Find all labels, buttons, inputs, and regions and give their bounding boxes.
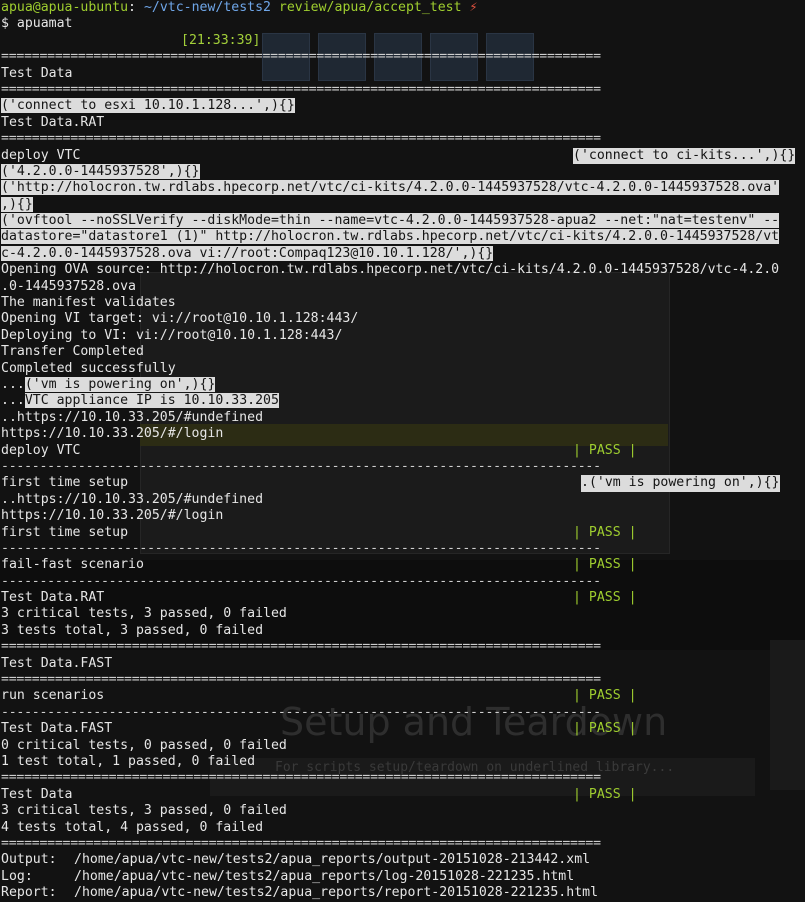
report-report-line: Report: /home/apua/vtc-new/tests2/apua_re… [1, 885, 804, 901]
suite-result-line: Test Data.RAT | PASS | [1, 590, 637, 606]
output-line: Opening VI target: vi://root@10.10.1.128… [1, 311, 359, 327]
output-line: Deploying to VI: vi://root@10.10.1.128:4… [1, 327, 343, 343]
output-line: Opening OVA source: http://holocron.tw.r… [1, 262, 780, 278]
report-output-line: Output: /home/apua/vtc-new/tests2/apua_re… [1, 852, 804, 868]
suite-title: Test Data.RAT [1, 114, 105, 130]
rule-single: ----------------------------------------… [1, 573, 601, 589]
suite-result-line: Test Data.FAST | PASS | [1, 721, 637, 737]
output-line: datastore="datastore1 (1)" http://holocr… [1, 229, 780, 245]
output-line: .0-1445937528.ova [1, 278, 136, 294]
terminal-output[interactable]: apua@apua-ubuntu: ~/vtc-new/tests2 revie… [1, 0, 804, 901]
prompt-path: ~/vtc-new/tests2 [143, 0, 271, 15]
rule-single: ----------------------------------------… [1, 458, 601, 474]
rule-single: ----------------------------------------… [1, 540, 601, 556]
report-path[interactable]: /home/apua/vtc-new/tests2/apua_reports/r… [74, 885, 598, 901]
rule-double: ========================================… [1, 49, 601, 65]
rule-double: ========================================… [1, 131, 601, 147]
rule-double: ========================================… [1, 81, 601, 97]
clock: [21:33:39] [181, 32, 261, 48]
prompt-line: apua@apua-ubuntu: ~/vtc-new/tests2 revie… [1, 0, 804, 16]
rule-double: ========================================… [1, 835, 601, 851]
dirty-icon: ⚡ [469, 0, 478, 15]
test-name-line: deploy VTC ('connect to ci-kits...',){} [1, 147, 796, 164]
output-line: Transfer Completed [1, 344, 144, 360]
output-line: ('ovftool --noSSLVerify --diskMode=thin … [1, 213, 780, 229]
output-inline: ('connect to ci-kits...',){} [573, 147, 796, 164]
summary-line: 3 critical tests, 3 passed, 0 failed [1, 606, 287, 622]
output-inline: .('vm is powering on',){} [581, 475, 780, 492]
output-line: ...VTC appliance IP is 10.10.33.205 [1, 393, 279, 409]
prompt-branch: review/apua/accept_test [270, 0, 470, 15]
rule-double: ========================================… [1, 672, 601, 688]
summary-line: 0 critical tests, 0 passed, 0 failed [1, 737, 287, 753]
output-line: ,){} [1, 196, 33, 212]
output-line: https://10.10.33.205/#/login [1, 426, 224, 442]
pass-badge: | PASS | [573, 590, 637, 606]
output-line: ('connect to esxi 10.10.1.128...',){} [1, 98, 295, 114]
report-label: Output: [1, 852, 57, 868]
summary-line: 3 critical tests, 3 passed, 0 failed [1, 803, 287, 819]
prompt-separator: : [128, 0, 144, 15]
suite-title: Test Data.FAST [1, 655, 113, 671]
output-line: ('4.2.0.0-1445937528',){} [1, 163, 200, 179]
summary-line: 3 tests total, 3 passed, 0 failed [1, 622, 264, 638]
rule-double: ========================================… [1, 639, 601, 655]
output-line: ..https://10.10.33.205/#undefined [1, 409, 264, 425]
report-log-line: Log: /home/apua/vtc-new/tests2/apua_repor… [1, 869, 804, 885]
test-result-line: run scenarios | PASS | [1, 688, 637, 704]
output-line: Completed successfully [1, 360, 176, 376]
report-path[interactable]: /home/apua/vtc-new/tests2/apua_reports/o… [74, 852, 590, 868]
pass-badge: | PASS | [573, 786, 637, 802]
report-path[interactable]: /home/apua/vtc-new/tests2/apua_reports/l… [74, 869, 574, 885]
pass-badge: | PASS | [573, 688, 637, 704]
pass-badge: | PASS | [573, 442, 637, 458]
test-result-line: deploy VTC | PASS | [1, 442, 637, 458]
report-label: Report: [1, 885, 57, 901]
pass-badge: | PASS | [573, 721, 637, 737]
clock-line: [21:33:39] [1, 33, 804, 49]
rule-single: ----------------------------------------… [1, 704, 601, 720]
summary-line: 4 tests total, 4 passed, 0 failed [1, 819, 264, 835]
command-line: $ apuamat [1, 16, 73, 32]
output-line: https://10.10.33.205/#/login [1, 508, 224, 524]
report-label: Log: [1, 868, 33, 884]
output-line: ...('vm is powering on',){} [1, 376, 216, 392]
output-line: The manifest validates [1, 295, 176, 311]
output-line: c-4.2.0.0-1445937528.ova vi://root:Compa… [1, 245, 494, 261]
output-line: ('http://holocron.tw.rdlabs.hpecorp.net/… [1, 180, 780, 196]
rule-double: ========================================… [1, 770, 601, 786]
test-result-line: first time setup | PASS | [1, 524, 637, 540]
output-line: ..https://10.10.33.205/#undefined [1, 491, 264, 507]
suite-title: Test Data [1, 65, 73, 81]
prompt-user-host: apua@apua-ubuntu [1, 0, 129, 15]
summary-line: 1 test total, 1 passed, 0 failed [1, 753, 256, 769]
suite-result-line: Test Data | PASS | [1, 786, 637, 802]
pass-badge: | PASS | [573, 557, 637, 573]
test-result-line: fail-fast scenario | PASS | [1, 557, 637, 573]
test-name-line: first time setup .('vm is powering on',){… [1, 475, 780, 492]
pass-badge: | PASS | [573, 524, 637, 540]
